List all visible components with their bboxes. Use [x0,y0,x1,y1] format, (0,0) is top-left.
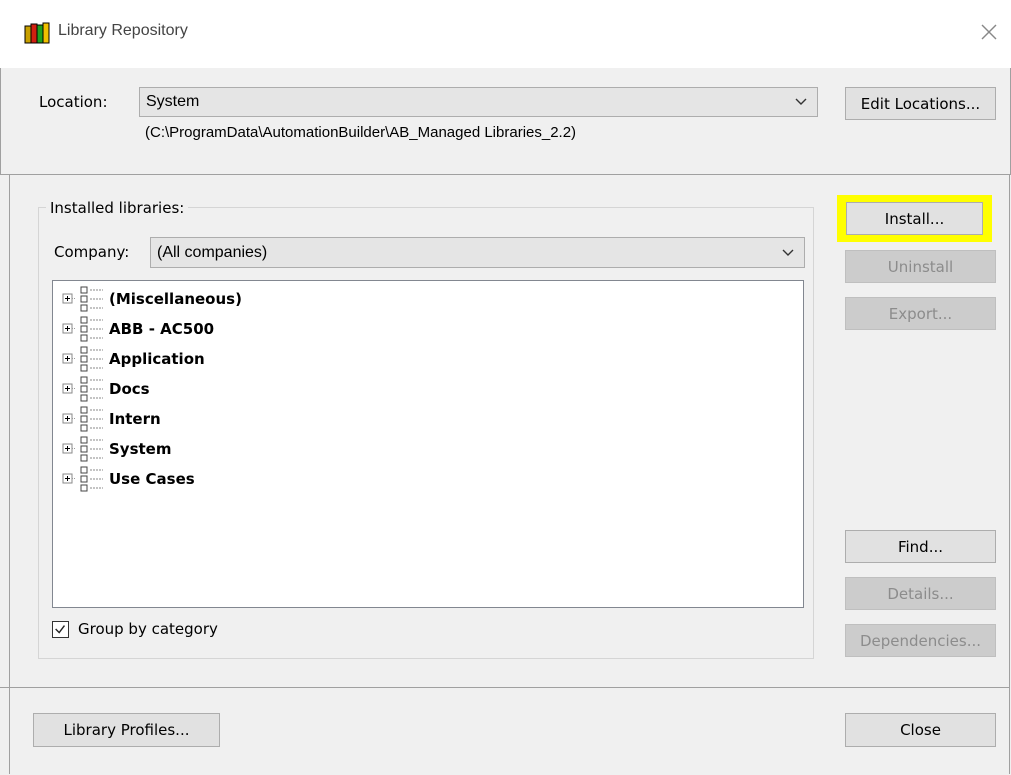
tree-item[interactable]: System [61,434,171,464]
window-title: Library Repository [58,22,188,39]
expand-plus-icon[interactable] [61,472,75,486]
uninstall-button[interactable]: Uninstall [845,250,996,283]
tree-item-label: ABB - AC500 [109,320,215,338]
title-bar: Library Repository [0,0,1011,68]
export-button[interactable]: Export... [845,297,996,330]
expand-plus-icon[interactable] [61,382,75,396]
category-icon [80,346,103,372]
checkmark-icon [55,625,66,634]
location-label: Location: [39,93,108,111]
tree-item-label: System [109,440,172,458]
tree-item[interactable]: Use Cases [61,464,195,494]
install-button[interactable]: Install... [846,202,983,235]
details-button[interactable]: Details... [845,577,996,610]
library-profiles-button[interactable]: Library Profiles... [33,713,220,747]
library-tree[interactable]: (Miscellaneous) ABB - AC500 Application … [52,280,804,608]
category-icon [80,466,103,492]
dependencies-button[interactable]: Dependencies... [845,624,996,657]
location-panel [0,68,1011,175]
category-icon [80,436,103,462]
group-by-category-checkbox[interactable] [52,621,69,638]
expand-plus-icon[interactable] [61,442,75,456]
category-icon [80,406,103,432]
close-button[interactable]: Close [845,713,996,747]
category-icon [80,376,103,402]
install-button-highlight[interactable]: Install... [837,195,992,242]
bottom-separator [0,687,1009,688]
installed-libraries-title: Installed libraries: [46,199,189,217]
expand-plus-icon[interactable] [61,352,75,366]
tree-item-label: (Miscellaneous) [109,290,242,308]
find-button[interactable]: Find... [845,530,996,563]
category-icon [80,286,103,312]
company-select[interactable]: (All companies) [150,237,805,268]
tree-item-label: Use Cases [109,470,195,488]
tree-item[interactable]: (Miscellaneous) [61,284,242,314]
tree-item-label: Docs [109,380,150,398]
tree-item[interactable]: Intern [61,404,161,434]
close-icon[interactable] [979,22,999,42]
tree-item-label: Intern [109,410,161,428]
group-by-category-label: Group by category [78,620,218,638]
frame-border-left [9,174,10,774]
tree-item[interactable]: Application [61,344,205,374]
expand-plus-icon[interactable] [61,322,75,336]
expand-plus-icon[interactable] [61,412,75,426]
company-label: Company: [54,243,130,261]
tree-item-label: Application [109,350,205,368]
category-icon [80,316,103,342]
tree-item[interactable]: ABB - AC500 [61,314,214,344]
chevron-down-icon [782,249,794,256]
chevron-down-icon [795,98,807,105]
location-path: (C:\ProgramData\AutomationBuilder\AB_Man… [145,124,577,141]
expand-plus-icon[interactable] [61,292,75,306]
library-books-icon [24,22,50,44]
location-selected-value: System [146,93,200,110]
company-selected-value: (All companies) [157,243,268,261]
tree-item[interactable]: Docs [61,374,150,404]
frame-border-right [1009,174,1010,774]
edit-locations-button[interactable]: Edit Locations... [845,87,996,120]
location-select[interactable]: System [139,87,818,117]
